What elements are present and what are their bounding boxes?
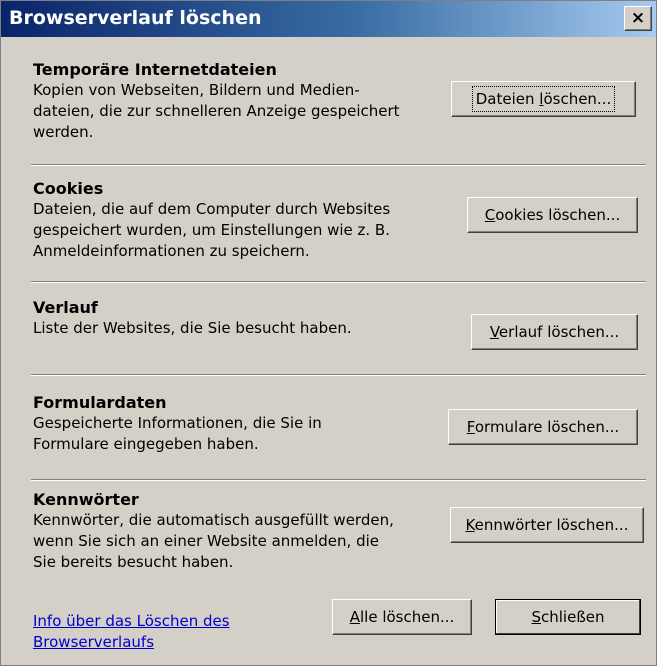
desc-line: dateien, die zur schnelleren Anzeige ges… xyxy=(33,102,400,120)
delete-cookies-button[interactable]: Cookies löschen... xyxy=(467,197,638,233)
desc-line: Anmeldeinformationen zu speichern. xyxy=(33,242,310,260)
divider xyxy=(31,164,646,166)
button-label: Kennwörter löschen... xyxy=(465,516,629,534)
divider xyxy=(31,281,646,283)
delete-passwords-button[interactable]: Kennwörter löschen... xyxy=(450,507,644,543)
section-cookies: Cookies Dateien, die auf dem Computer du… xyxy=(33,178,503,262)
section-description: Kennwörter, die automatisch ausgefüllt w… xyxy=(33,510,503,573)
desc-line: Kopien von Webseiten, Bildern und Medien… xyxy=(33,81,360,99)
button-label: Dateien löschen... xyxy=(471,86,616,112)
desc-line: Sie bereits besucht haben. xyxy=(33,553,234,571)
button-label: Cookies löschen... xyxy=(484,206,621,224)
divider xyxy=(31,479,646,481)
divider xyxy=(31,374,646,376)
section-description: Gespeicherte Informationen, die Sie in F… xyxy=(33,413,503,455)
delete-all-button[interactable]: Alle löschen... xyxy=(332,599,472,635)
link-line[interactable]: Browserverlaufs xyxy=(33,632,230,653)
delete-forms-button[interactable]: Formulare löschen... xyxy=(448,409,638,445)
section-description: Dateien, die auf dem Computer durch Webs… xyxy=(33,199,503,262)
desc-line: Kennwörter, die automatisch ausgefüllt w… xyxy=(33,511,394,529)
button-label: Formulare löschen... xyxy=(466,418,620,436)
button-label: Alle löschen... xyxy=(349,608,455,626)
desc-line: Dateien, die auf dem Computer durch Webs… xyxy=(33,200,391,218)
desc-line: werden. xyxy=(33,123,94,141)
close-icon[interactable]: × xyxy=(624,6,652,31)
button-label: Verlauf löschen... xyxy=(489,323,620,341)
section-form-data: Formulardaten Gespeicherte Informationen… xyxy=(33,392,503,455)
close-button[interactable]: Schließen xyxy=(495,599,641,635)
desc-line: Gespeicherte Informationen, die Sie in xyxy=(33,414,322,432)
desc-line: Formulare eingegeben haben. xyxy=(33,435,259,453)
section-title: Cookies xyxy=(33,179,104,198)
section-history: Verlauf Liste der Websites, die Sie besu… xyxy=(33,297,503,339)
section-title: Formulardaten xyxy=(33,393,167,412)
section-description: Kopien von Webseiten, Bildern und Medien… xyxy=(33,80,503,143)
dialog-title: Browserverlauf löschen xyxy=(9,7,262,29)
desc-line: gespeichert wurden, um Einstellungen wie… xyxy=(33,221,390,239)
button-label: Schließen xyxy=(531,608,605,626)
delete-files-button[interactable]: Dateien löschen... xyxy=(451,81,636,117)
delete-history-button[interactable]: Verlauf löschen... xyxy=(471,314,638,350)
section-description: Liste der Websites, die Sie besucht habe… xyxy=(33,318,503,339)
section-passwords: Kennwörter Kennwörter, die automatisch a… xyxy=(33,489,503,573)
section-title: Verlauf xyxy=(33,298,98,317)
link-line[interactable]: Info über das Löschen des xyxy=(33,611,230,632)
title-bar[interactable]: Browserverlauf löschen × xyxy=(1,1,656,37)
desc-line: Liste der Websites, die Sie besucht habe… xyxy=(33,319,352,337)
section-temp-files: Temporäre Internetdateien Kopien von Web… xyxy=(33,59,503,143)
dialog-window: Browserverlauf löschen × Temporäre Inter… xyxy=(0,0,657,666)
section-title: Kennwörter xyxy=(33,490,139,509)
desc-line: wenn Sie sich an einer Website anmelden,… xyxy=(33,532,379,550)
info-link[interactable]: Info über das Löschen des Browserverlauf… xyxy=(33,611,230,653)
section-title: Temporäre Internetdateien xyxy=(33,60,277,79)
